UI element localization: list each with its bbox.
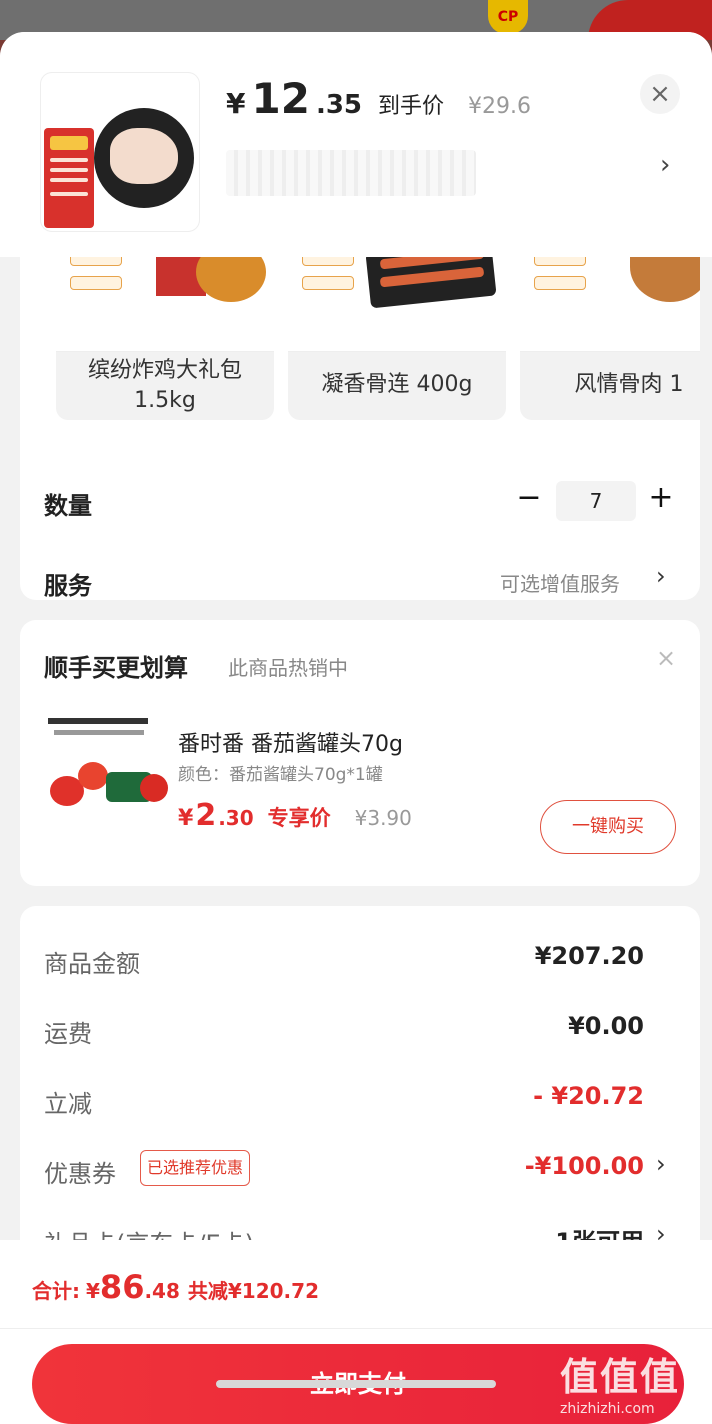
quantity-plus-button[interactable]: + — [646, 478, 676, 518]
selected-spec-blurred[interactable] — [226, 150, 476, 196]
chevron-right-icon[interactable]: › — [660, 150, 670, 180]
summary-value-shipping: ¥0.00 — [568, 1012, 644, 1040]
promo-line — [50, 192, 88, 196]
recommendation-row[interactable]: 缤纷炸鸡大礼包 1.5kg 凝香骨连 400g 风情骨肉 1 — [56, 232, 700, 420]
tomato-image — [140, 774, 168, 802]
total-price: 合计: ¥ 86 .48 共减¥120.72 — [32, 1268, 319, 1306]
watermark-url: zhizhizhi.com — [560, 1401, 655, 1417]
total-currency: ¥ — [86, 1279, 100, 1303]
addon-price-label: 专享价 — [267, 806, 331, 830]
recommendation-item[interactable]: 凝香骨连 400g — [288, 232, 506, 420]
recommendation-item[interactable]: 缤纷炸鸡大礼包 1.5kg — [56, 232, 274, 420]
addon-product-spec: 颜色：番茄酱罐头70g*1罐 — [178, 765, 383, 785]
product-header: ¥ 12 .35 到手价 ¥29.6 × › — [0, 32, 712, 257]
total-decimal: .48 — [144, 1279, 180, 1303]
recommendation-name: 缤纷炸鸡大礼包 1.5kg — [87, 358, 242, 413]
recommendation-item[interactable]: 风情骨肉 1 — [520, 232, 700, 420]
total-label: 合计: — [32, 1279, 80, 1303]
divider — [0, 1328, 712, 1329]
feature-chip — [70, 276, 122, 290]
summary-value-discount: - ¥20.72 — [533, 1082, 644, 1110]
service-label: 服务 — [44, 572, 92, 600]
chevron-right-icon[interactable]: › — [656, 1150, 666, 1178]
price-integer: 12 — [251, 74, 310, 123]
product-price: ¥ 12 .35 到手价 ¥29.6 — [226, 74, 531, 123]
promo-banner-image — [44, 128, 94, 228]
tomato-image — [78, 762, 108, 790]
addon-original-price: ¥3.90 — [354, 806, 412, 830]
summary-label-discount: 立减 — [44, 1090, 92, 1118]
purchase-sheet: 缤纷炸鸡大礼包 1.5kg 凝香骨连 400g 风情骨肉 1 数量 − 7 + … — [0, 32, 712, 1424]
addon-product-image[interactable] — [44, 712, 168, 832]
feature-chip — [302, 276, 354, 290]
quantity-input[interactable]: 7 — [556, 481, 636, 521]
close-icon[interactable]: × — [640, 74, 680, 114]
summary-value-subtotal: ¥207.20 — [534, 942, 644, 970]
summary-label-subtotal: 商品金额 — [44, 950, 140, 978]
price-decimal: .35 — [315, 90, 362, 120]
product-thumbnail[interactable] — [40, 72, 200, 232]
promo-line — [50, 168, 88, 172]
watermark-logo: 值值值 zhizhizhi.com — [560, 1346, 702, 1420]
summary-label-coupon: 优惠券 — [44, 1160, 116, 1188]
addon-title: 顺手买更划算 — [44, 654, 188, 682]
total-savings: 共减¥120.72 — [187, 1279, 319, 1303]
image-text-line — [48, 718, 148, 724]
chevron-right-icon[interactable]: › — [656, 562, 666, 590]
brand-logo: CP — [488, 0, 528, 34]
recommendation-name: 凝香骨连 400g — [321, 372, 473, 397]
addon-subtitle: 此商品热销中 — [228, 656, 348, 680]
summary-card: 商品金额 ¥207.20 运费 ¥0.00 立减 - ¥20.72 优惠券 已选… — [20, 906, 700, 1286]
addon-price-decimal: .30 — [218, 806, 254, 830]
promo-line — [50, 158, 88, 162]
addon-price-integer: 2 — [195, 798, 217, 833]
image-text-line — [54, 730, 144, 735]
home-indicator[interactable] — [216, 1380, 496, 1388]
summary-value-coupon[interactable]: -¥100.00 — [525, 1152, 644, 1180]
addon-price-currency: ¥ — [178, 806, 194, 831]
price-label: 到手价 — [378, 94, 445, 119]
close-icon[interactable]: × — [656, 644, 676, 672]
quantity-label: 数量 — [44, 492, 92, 520]
addon-price: ¥ 2 .30 专享价 ¥3.90 — [178, 798, 412, 833]
feature-chip — [534, 276, 586, 290]
service-value[interactable]: 可选增值服务 — [500, 568, 620, 597]
addon-product-name[interactable]: 番时番 番茄酱罐头70g — [178, 726, 403, 758]
price-currency: ¥ — [226, 87, 246, 120]
recommendation-name: 风情骨肉 1 — [574, 372, 684, 397]
watermark-text: 值值值 — [560, 1355, 681, 1399]
checkout-bar: 合计: ¥ 86 .48 共减¥120.72 立即支付 值值值 zhizhizh… — [0, 1240, 712, 1424]
addon-card: 顺手买更划算 此商品热销中 × 番时番 番茄酱罐头70g 颜色：番茄酱罐头70g… — [20, 620, 700, 886]
promo-tag — [50, 136, 88, 150]
options-card: 缤纷炸鸡大礼包 1.5kg 凝香骨连 400g 风情骨肉 1 数量 − 7 + … — [20, 212, 700, 600]
quantity-minus-button[interactable]: − — [514, 478, 544, 518]
promo-line — [50, 178, 88, 182]
summary-label-shipping: 运费 — [44, 1020, 92, 1048]
original-price: ¥29.6 — [468, 94, 531, 119]
coupon-badge[interactable]: 已选推荐优惠 — [140, 1150, 251, 1186]
one-click-buy-button[interactable]: 一键购买 — [540, 800, 676, 854]
total-integer: 86 — [99, 1268, 145, 1306]
chicken-image — [110, 128, 178, 184]
